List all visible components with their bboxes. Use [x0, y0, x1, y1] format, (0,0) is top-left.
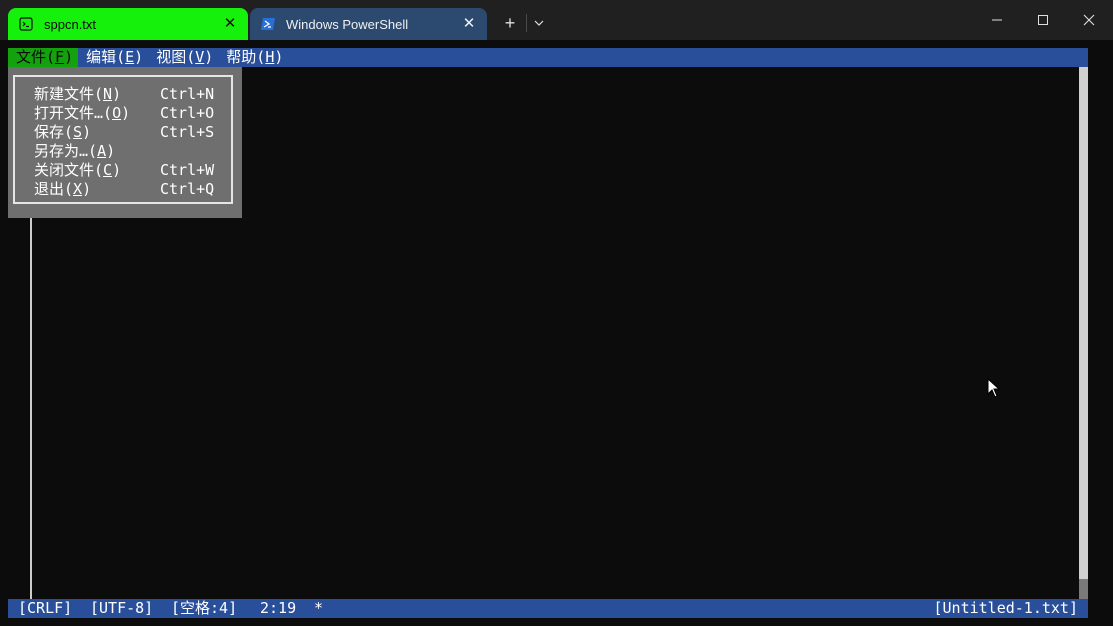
- tab-sppcn[interactable]: sppcn.txt ✕: [8, 8, 248, 40]
- shortcut-label: Ctrl+Q: [160, 180, 215, 198]
- close-icon[interactable]: ✕: [461, 16, 477, 32]
- maximize-button[interactable]: [1020, 8, 1066, 32]
- menu-bar: 文件(F) 编辑(E) 视图(V) 帮助(H): [8, 48, 1088, 67]
- shortcut-label: Ctrl+N: [160, 85, 215, 103]
- menu-view[interactable]: 视图(V): [148, 48, 218, 67]
- menu-edit[interactable]: 编辑(E): [78, 48, 148, 67]
- minimize-button[interactable]: [974, 8, 1020, 32]
- powershell-icon: [260, 16, 276, 32]
- close-icon[interactable]: ✕: [222, 16, 238, 32]
- shortcut-label: Ctrl+S: [160, 123, 215, 141]
- mouse-pointer-icon: [987, 377, 1001, 403]
- close-icon: [1083, 14, 1095, 26]
- tab-windows-powershell[interactable]: Windows PowerShell ✕: [250, 8, 487, 40]
- status-bar: [CRLF] [UTF-8] [空格:4] 2:19 * [Untitled-1…: [8, 599, 1088, 618]
- scrollbar[interactable]: [1079, 67, 1088, 599]
- title-bar: sppcn.txt ✕ Windows PowerShell ✕ +: [0, 0, 1113, 40]
- terminal-pane: 文件(F) 编辑(E) 视图(V) 帮助(H) 新建文件(N) Ctrl+N 打…: [8, 48, 1088, 618]
- chevron-down-icon[interactable]: [530, 13, 548, 33]
- status-line-ending[interactable]: [CRLF]: [18, 599, 72, 618]
- status-modified-indicator: *: [314, 599, 324, 617]
- scrollbar-thumb[interactable]: [1079, 579, 1088, 599]
- terminal-icon: [18, 16, 34, 32]
- maximize-icon: [1038, 15, 1048, 25]
- file-menu-dropdown: 新建文件(N) Ctrl+N 打开文件…(O) Ctrl+O 保存(S) Ctr…: [8, 67, 242, 218]
- status-indent[interactable]: [空格:4]: [171, 599, 237, 618]
- divider: [526, 14, 527, 32]
- menu-file[interactable]: 文件(F): [8, 48, 79, 67]
- tab-title: sppcn.txt: [44, 16, 97, 32]
- tab-title: Windows PowerShell: [286, 16, 409, 32]
- new-tab-button[interactable]: +: [500, 13, 520, 33]
- menu-help[interactable]: 帮助(H): [218, 48, 288, 67]
- status-encoding[interactable]: [UTF-8]: [90, 599, 153, 618]
- shortcut-label: Ctrl+O: [160, 104, 215, 122]
- status-cursor-position: 2:19: [260, 599, 297, 617]
- text-cursor-line: [30, 217, 32, 599]
- close-window-button[interactable]: [1066, 8, 1112, 32]
- status-filename: [Untitled-1.txt]: [933, 599, 1079, 617]
- minimize-icon: [992, 19, 1002, 21]
- shortcut-label: Ctrl+W: [160, 161, 215, 179]
